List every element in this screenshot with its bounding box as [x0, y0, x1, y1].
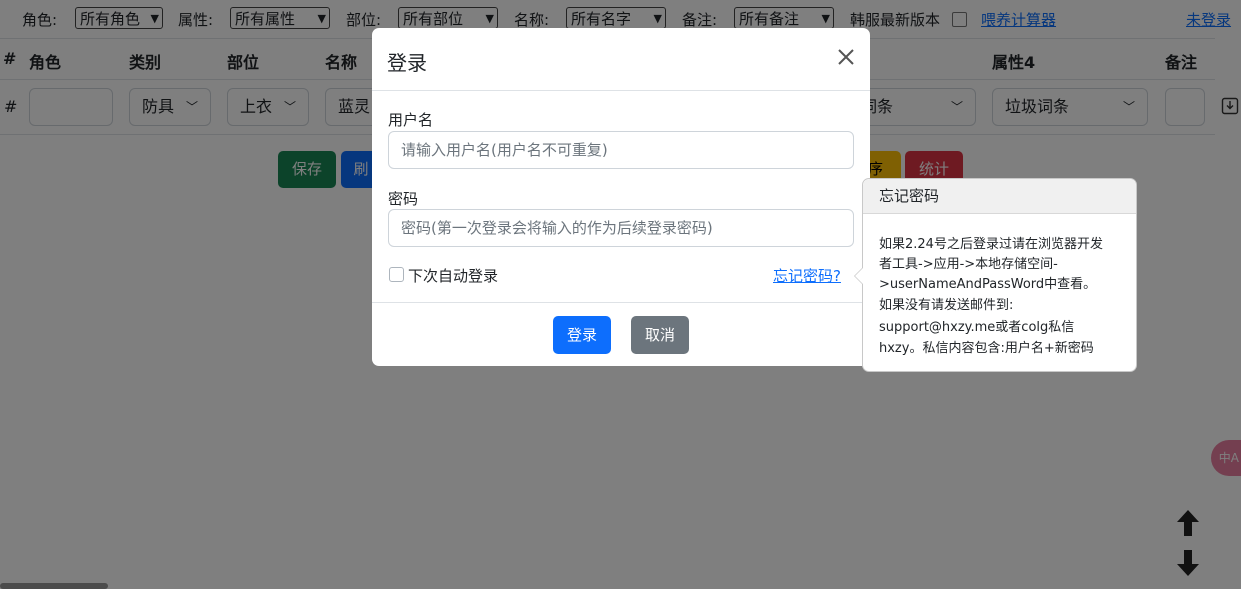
modal-header-divider — [372, 90, 870, 91]
popover-line: 如果2.24号之后登录过请在浏览器开发 — [879, 237, 1103, 252]
popover-arrow — [854, 267, 863, 285]
forgot-password-popover: 忘记密码 如果2.24号之后登录过请在浏览器开发 者工具->应用->本地存储空间… — [854, 178, 1137, 372]
cancel-button[interactable]: 取消 — [631, 316, 689, 354]
login-button[interactable]: 登录 — [553, 316, 611, 354]
modal-footer-divider — [372, 302, 870, 303]
close-icon[interactable] — [834, 45, 858, 69]
popover-line: 如果没有请发送邮件到: — [879, 298, 1014, 313]
popover-line: >userNameAndPassWord中查看。 — [879, 277, 1097, 292]
auto-login-checkbox[interactable] — [389, 267, 404, 282]
password-label: 密码 — [388, 190, 419, 208]
login-modal: 登录 用户名 密码 下次自动登录 忘记密码? 登录 取消 — [372, 28, 870, 366]
popover-line: 者工具->应用->本地存储空间- — [879, 257, 1058, 272]
auto-login-label: 下次自动登录 — [408, 267, 499, 285]
username-input[interactable] — [388, 131, 854, 169]
password-input[interactable] — [388, 209, 854, 247]
username-label: 用户名 — [388, 111, 434, 129]
popover-title: 忘记密码 — [863, 179, 1136, 214]
popover-line: support@hxzy.me或者colg私信 — [879, 320, 1075, 335]
modal-title: 登录 — [387, 51, 427, 75]
popover-line: hxzy。私信内容包含:用户名+新密码 — [879, 341, 1094, 356]
forgot-password-link[interactable]: 忘记密码? — [773, 265, 841, 286]
